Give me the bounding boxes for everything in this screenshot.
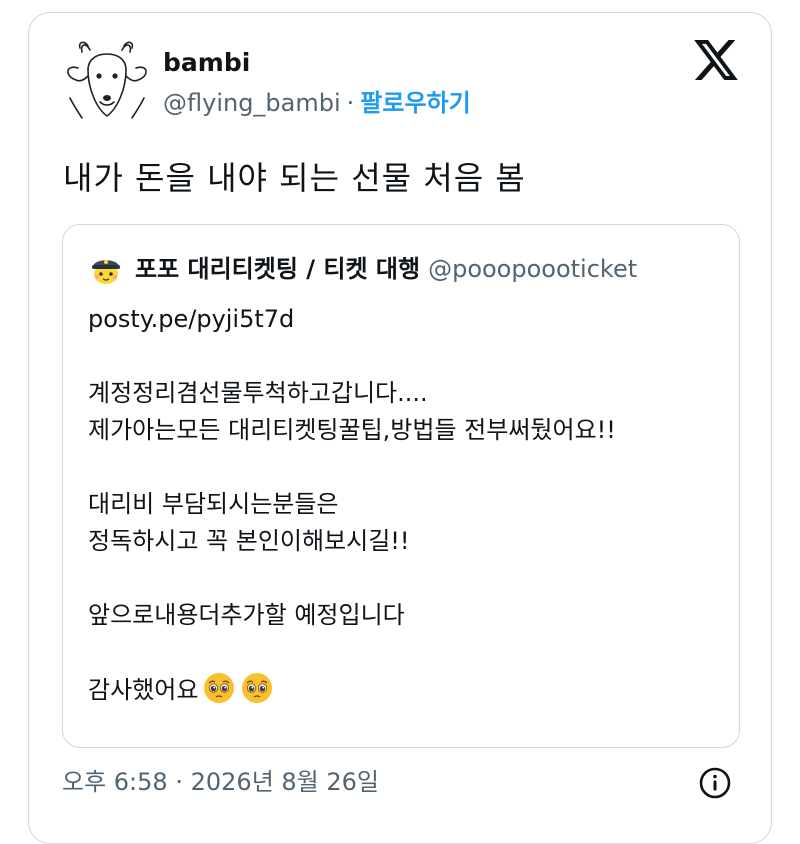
- tweet-timestamp[interactable]: 오후 6:58 · 2026년 8월 26일: [62, 764, 379, 800]
- quoted-line: [88, 338, 616, 375]
- tweet-date: 2026년 8월 26일: [190, 768, 379, 796]
- quoted-line: 대리비 부담되시는분들은: [88, 490, 339, 518]
- quoted-line: [88, 560, 616, 597]
- author-handle-row: @flying_bambi · 팔로우하기: [163, 88, 471, 118]
- quoted-link[interactable]: posty.pe/pyji5t7d: [88, 301, 616, 338]
- quoted-header: 포포 대리티켓팅 / 티켓 대행 @pooopoooticket: [135, 252, 637, 286]
- tweet-time: 오후 6:58: [62, 768, 168, 796]
- quoted-line: [88, 449, 616, 486]
- quoted-line: 정독하시고 꼭 본인이해보시길!!: [88, 527, 410, 555]
- quoted-author-avatar[interactable]: [89, 252, 123, 286]
- follow-button[interactable]: 팔로우하기: [360, 89, 470, 117]
- quoted-body: posty.pe/pyji5t7d 계정정리겸선물투척하고갑니다.... 제가아…: [88, 301, 616, 708]
- author-handle[interactable]: @flying_bambi: [163, 89, 341, 117]
- pleading-face-emoji: [204, 673, 235, 703]
- separator-dot: ·: [175, 768, 183, 796]
- quoted-line: 앞으로내용더추가할 예정입니다: [88, 601, 405, 629]
- deer-sketch-avatar[interactable]: [60, 36, 154, 130]
- info-icon[interactable]: [698, 766, 732, 800]
- tweet-text: 내가 돈을 내야 되는 선물 처음 봄: [63, 159, 526, 197]
- quoted-closing-line: 감사했어요: [88, 671, 616, 708]
- quoted-tweet[interactable]: 포포 대리티켓팅 / 티켓 대행 @pooopoooticket posty.pe…: [62, 224, 740, 748]
- separator-dot: ·: [346, 89, 355, 117]
- quoted-line: 계정정리겸선물투척하고갑니다....: [88, 379, 428, 407]
- quoted-author-handle[interactable]: @pooopoooticket: [428, 255, 637, 283]
- quoted-closing-text: 감사했어요: [88, 676, 199, 704]
- quoted-line: [88, 634, 616, 671]
- pleading-face-emoji: [242, 673, 273, 703]
- author-name[interactable]: bambi: [163, 48, 250, 78]
- quoted-author-name[interactable]: 포포 대리티켓팅 / 티켓 대행: [135, 255, 420, 283]
- quoted-line: 제가아는모든 대리티켓팅꿀팁,방법들 전부써뒀어요!!: [88, 416, 616, 444]
- x-logo-icon[interactable]: [694, 40, 738, 80]
